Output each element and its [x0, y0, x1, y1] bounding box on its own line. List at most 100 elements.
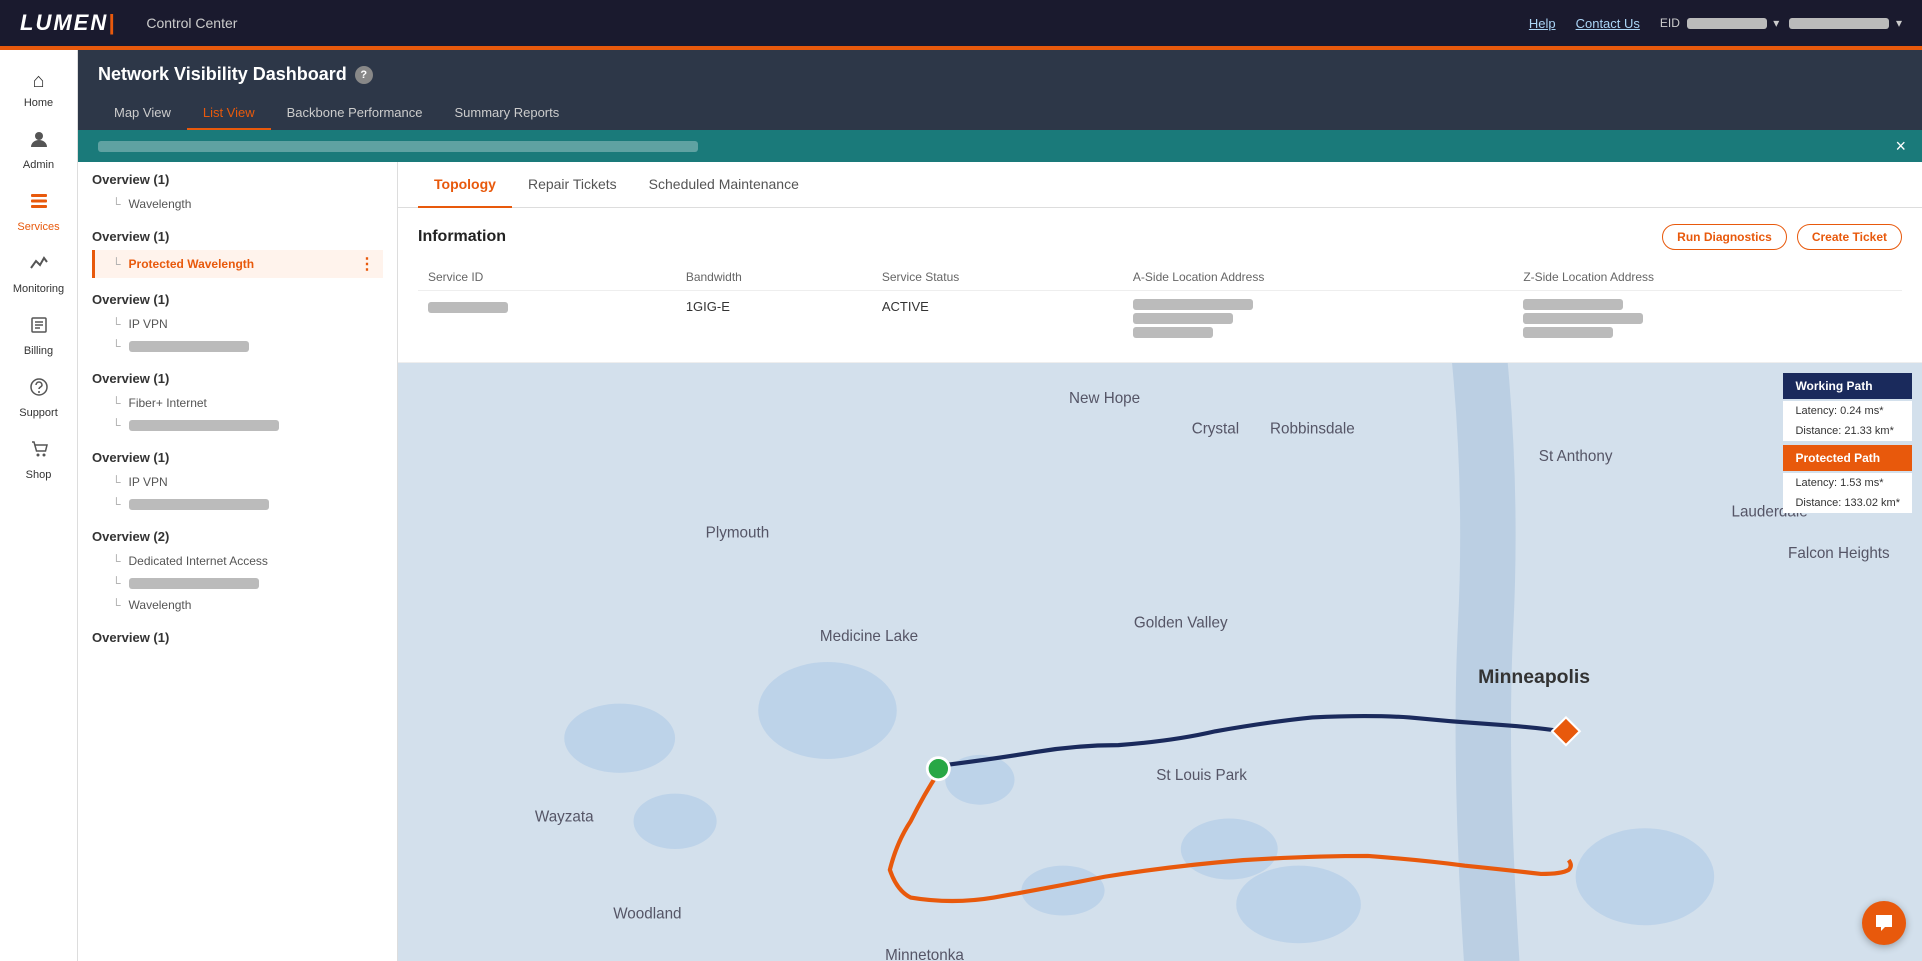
dashboard-title: Network Visibility Dashboard ? — [98, 64, 1902, 85]
legend-protected-distance: Distance: 133.02 km* — [1783, 493, 1912, 513]
service-item-blurred4[interactable]: └ — [92, 572, 383, 594]
sidebar-item-billing[interactable]: Billing — [0, 305, 77, 367]
sidebar-item-monitoring[interactable]: Monitoring — [0, 243, 77, 305]
chat-button[interactable] — [1862, 901, 1906, 945]
dashboard-help-icon[interactable]: ? — [355, 66, 373, 84]
tree-line: └ — [112, 497, 121, 511]
top-nav: LUMEN| Control Center Help Contact Us EI… — [0, 0, 1922, 46]
service-group-6: Overview (2) └ Dedicated Internet Access… — [78, 519, 397, 620]
notification-bar: × — [78, 130, 1922, 162]
legend-working-distance: Distance: 21.33 km* — [1783, 421, 1912, 441]
eid-value — [1687, 18, 1767, 29]
service-item-blurred2[interactable]: └ — [92, 414, 383, 436]
col-a-side: A-Side Location Address — [1123, 264, 1513, 291]
app-title: Control Center — [146, 15, 237, 31]
col-z-side: Z-Side Location Address — [1513, 264, 1902, 291]
service-group-1: Overview (1) └ Wavelength — [78, 162, 397, 219]
legend-working-latency: Latency: 0.24 ms* — [1783, 401, 1912, 421]
sidebar-item-support[interactable]: Support — [0, 367, 77, 429]
cell-bandwidth: 1GIG-E — [676, 291, 872, 347]
service-group-3: Overview (1) └ IP VPN └ — [78, 282, 397, 361]
service-list: Overview (1) └ Wavelength Overview (1) └… — [78, 162, 398, 961]
cell-a-side — [1123, 291, 1513, 347]
col-service-id: Service ID — [418, 264, 676, 291]
account-value — [1789, 18, 1889, 29]
service-item-ip-vpn1[interactable]: └ IP VPN — [92, 313, 383, 335]
service-item-fiber-internet[interactable]: └ Fiber+ Internet — [92, 392, 383, 414]
map-svg: New Hope Crystal Robbinsdale St Anthony … — [398, 363, 1922, 961]
legend-protected-path: Protected Path — [1783, 445, 1912, 471]
cell-service-id — [418, 291, 676, 347]
service-group-title-3: Overview (1) — [92, 292, 383, 307]
info-table: Service ID Bandwidth Service Status A-Si… — [418, 264, 1902, 346]
label-golden-valley: Golden Valley — [1134, 614, 1228, 631]
service-item-blurred3[interactable]: └ — [92, 493, 383, 515]
tree-line: └ — [112, 396, 121, 410]
top-nav-right: Help Contact Us EID ▾ ▾ — [1529, 16, 1902, 31]
info-section: Information Run Diagnostics Create Ticke… — [398, 208, 1922, 363]
sidebar-item-services[interactable]: Services — [0, 181, 77, 243]
sidebar-item-home[interactable]: ⌂ Home — [0, 60, 77, 119]
tab-topology[interactable]: Topology — [418, 162, 512, 208]
service-item-wavelength2[interactable]: └ Wavelength — [92, 594, 383, 616]
run-diagnostics-button[interactable]: Run Diagnostics — [1662, 224, 1787, 250]
sidebar-label-services: Services — [17, 221, 59, 233]
dashboard-header: Network Visibility Dashboard ? Map View … — [78, 50, 1922, 130]
tab-repair-tickets[interactable]: Repair Tickets — [512, 162, 633, 208]
contact-link[interactable]: Contact Us — [1576, 16, 1640, 31]
service-group-5: Overview (1) └ IP VPN └ — [78, 440, 397, 519]
notification-text — [98, 140, 698, 152]
service-item-dedicated-internet[interactable]: └ Dedicated Internet Access — [92, 550, 383, 572]
cell-z-side — [1513, 291, 1902, 347]
tab-scheduled-maintenance[interactable]: Scheduled Maintenance — [633, 162, 815, 208]
dashboard-tabs: Map View List View Backbone Performance … — [98, 97, 1902, 130]
service-item-blurred1[interactable]: └ — [92, 335, 383, 357]
service-group-title-4: Overview (1) — [92, 371, 383, 386]
sidebar-label-home: Home — [24, 97, 53, 109]
service-group-title-2: Overview (1) — [92, 229, 383, 244]
tree-line: └ — [112, 598, 121, 612]
help-link[interactable]: Help — [1529, 16, 1556, 31]
create-ticket-button[interactable]: Create Ticket — [1797, 224, 1902, 250]
legend-protected-latency: Latency: 1.53 ms* — [1783, 473, 1912, 493]
support-icon — [29, 377, 49, 403]
service-group-4: Overview (1) └ Fiber+ Internet └ — [78, 361, 397, 440]
sidebar-item-admin[interactable]: Admin — [0, 119, 77, 181]
tree-line: └ — [112, 317, 121, 331]
tree-line: └ — [112, 576, 121, 590]
monitoring-icon — [29, 253, 49, 279]
sidebar: ⌂ Home Admin Services Monitoring Billi — [0, 50, 78, 961]
service-item-ip-vpn2[interactable]: └ IP VPN — [92, 471, 383, 493]
service-group-title-5: Overview (1) — [92, 450, 383, 465]
label-st-anthony: St Anthony — [1539, 448, 1613, 465]
info-title: Information — [418, 228, 506, 246]
tree-line: └ — [112, 418, 121, 432]
eid-label: EID ▾ ▾ — [1660, 16, 1902, 30]
main-layout: ⌂ Home Admin Services Monitoring Billi — [0, 50, 1922, 961]
map-legend: Working Path Latency: 0.24 ms* Distance:… — [1783, 373, 1912, 513]
sidebar-label-shop: Shop — [26, 469, 52, 481]
content-area: Network Visibility Dashboard ? Map View … — [78, 50, 1922, 961]
service-group-title-7: Overview (1) — [92, 630, 383, 645]
notification-close-btn[interactable]: × — [1895, 136, 1906, 157]
lumen-logo: LUMEN| — [20, 10, 116, 36]
tree-line: └ — [112, 554, 121, 568]
label-medicine-lake: Medicine Lake — [820, 628, 918, 645]
label-new-hope: New Hope — [1069, 390, 1140, 407]
tab-map-view[interactable]: Map View — [98, 97, 187, 130]
service-item-protected-wavelength[interactable]: └ Protected Wavelength ⋮ — [92, 250, 383, 278]
tab-list-view[interactable]: List View — [187, 97, 271, 130]
three-dots-menu[interactable]: ⋮ — [359, 254, 375, 274]
tab-summary-reports[interactable]: Summary Reports — [439, 97, 576, 130]
sidebar-label-support: Support — [19, 407, 58, 419]
legend-working-path: Working Path — [1783, 373, 1912, 399]
info-actions: Run Diagnostics Create Ticket — [1662, 224, 1902, 250]
sidebar-item-shop[interactable]: Shop — [0, 429, 77, 491]
label-crystal: Crystal — [1192, 420, 1239, 437]
billing-icon — [29, 315, 49, 341]
tab-backbone-performance[interactable]: Backbone Performance — [271, 97, 439, 130]
tree-line: └ — [112, 339, 121, 353]
admin-icon — [29, 129, 49, 155]
dashboard-title-text: Network Visibility Dashboard — [98, 64, 347, 85]
service-item-wavelength1[interactable]: └ Wavelength — [92, 193, 383, 215]
